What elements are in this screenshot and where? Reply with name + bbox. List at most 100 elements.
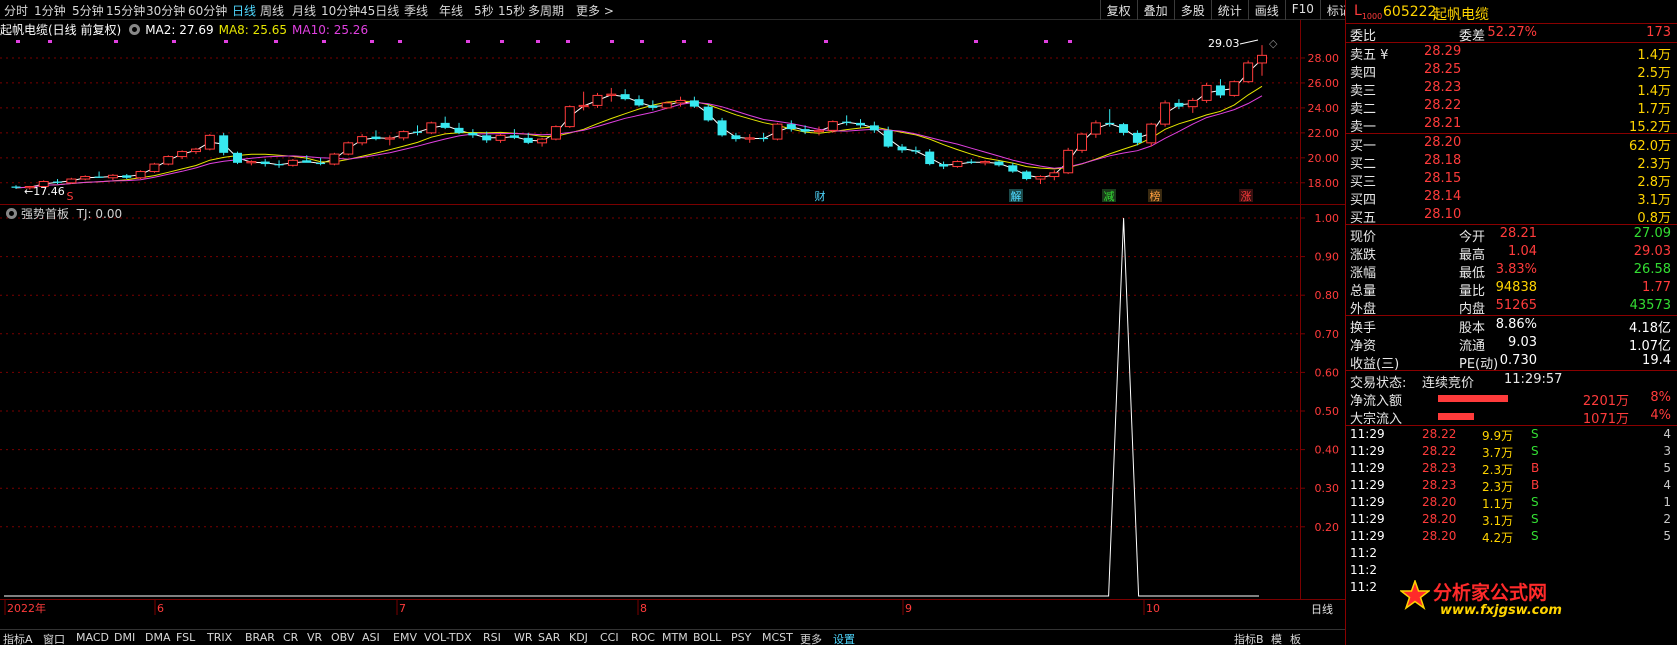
indicator-tab[interactable]: MTM xyxy=(662,631,688,644)
indicator-tab[interactable]: VR xyxy=(307,631,322,644)
tj-line xyxy=(4,217,1259,597)
candle xyxy=(648,100,658,111)
money-flow-row: 大宗流入 1071万 4% xyxy=(1350,408,1671,427)
candle xyxy=(233,151,243,165)
indicator-gear-icon[interactable] xyxy=(6,208,17,219)
tick-list[interactable]: 11:29 28.22 9.9万 S 4 11:29 28.22 3.7万 S 3 11:29 28.… xyxy=(1346,426,1677,596)
indicator-b-tab[interactable]: 板 xyxy=(1290,631,1301,645)
period-label: 日线 xyxy=(1311,602,1333,616)
moving-average-lines xyxy=(15,58,1263,189)
indicator-tj: TJ: 0.00 xyxy=(76,207,123,221)
candle xyxy=(744,134,755,143)
signal-dot xyxy=(610,40,614,43)
candle xyxy=(772,122,783,141)
tick-row: 11:29 28.23 2.3万 B 5 xyxy=(1350,461,1671,477)
signal-dot xyxy=(274,40,278,43)
candle xyxy=(1215,79,1225,98)
indicator-tab[interactable]: VOL-TDX xyxy=(424,631,472,644)
indicator-tab[interactable]: ROC xyxy=(631,631,655,644)
tick-row: 11:29 28.20 4.2万 S 5 xyxy=(1350,529,1671,545)
candle xyxy=(1119,122,1129,136)
candle xyxy=(94,171,104,178)
candle xyxy=(1063,147,1074,175)
indicator-b-tab[interactable]: 指标B xyxy=(1234,631,1264,645)
candle xyxy=(897,144,907,153)
event-marker: 减 xyxy=(1104,190,1115,203)
event-markers: S财解减榜涨 xyxy=(67,189,1253,203)
market-tag: L1000 xyxy=(1354,3,1383,21)
indicator-tab[interactable]: 窗口 xyxy=(43,631,65,645)
low-price-label: ←17.46 xyxy=(24,185,65,198)
price-tick-label: 22.00 xyxy=(1308,127,1340,140)
stock-name: 起帆电缆 xyxy=(1433,7,1489,23)
event-marker: 榜 xyxy=(1150,189,1161,203)
indicator-tab[interactable]: CR xyxy=(283,631,298,644)
indicator-tick-label: 0.30 xyxy=(1315,482,1340,495)
indicator-tab[interactable]: WR xyxy=(514,631,533,644)
indicator-tab[interactable]: 指标A xyxy=(3,631,33,645)
indicator-tick-label: 0.80 xyxy=(1315,289,1340,302)
indicator-tab[interactable]: BRAR xyxy=(245,631,275,644)
indicator-tab[interactable]: TRIX xyxy=(207,631,232,644)
signal-dot xyxy=(322,40,326,43)
indicator-tab[interactable]: MACD xyxy=(76,631,109,644)
event-marker: 涨 xyxy=(1241,190,1252,203)
indicator-tab[interactable]: DMI xyxy=(114,631,135,644)
candle xyxy=(869,121,879,133)
indicator-tab[interactable]: ASI xyxy=(362,631,380,644)
tick-row: 11:2 xyxy=(1350,563,1377,577)
indicator-tab[interactable]: 设置 xyxy=(833,631,855,645)
candle xyxy=(717,117,727,137)
candle xyxy=(1257,45,1267,76)
indicator-tab[interactable]: MCST xyxy=(762,631,793,644)
indicator-title: 强势首板 xyxy=(21,207,70,221)
time-axis: 2022年 6 7 8 9 10 日线 xyxy=(4,600,1333,616)
quote-panel: L1000 605222 起帆电缆 委比 52.27% 委差 173 卖五 ¥2… xyxy=(1345,0,1677,645)
candle xyxy=(412,125,422,136)
candle xyxy=(135,170,146,180)
time-axis-label: 7 xyxy=(399,602,406,615)
candle xyxy=(1077,132,1088,153)
indicator-tab[interactable]: PSY xyxy=(731,631,751,644)
candle xyxy=(1146,122,1157,147)
candle xyxy=(149,162,160,173)
ma10-line xyxy=(15,95,1263,189)
signal-dot xyxy=(640,40,644,43)
sell-order-row: 卖五 ¥28.29 1.4万 xyxy=(1350,44,1671,63)
buy-order-row: 买二 28.18 2.3万 xyxy=(1350,153,1671,172)
indicator-tab[interactable]: FSL xyxy=(176,631,195,644)
watermark: 分析家公式网 www.fxjgsw.com xyxy=(1398,578,1677,620)
event-marker: 财 xyxy=(815,189,826,203)
indicator-tick-label: 0.60 xyxy=(1315,366,1340,379)
signal-dot xyxy=(536,40,540,43)
signal-dot xyxy=(16,40,20,43)
indicator-tab[interactable]: KDJ xyxy=(569,631,588,644)
time-axis-label: 9 xyxy=(905,602,912,615)
stock-code: 605222 xyxy=(1383,4,1437,20)
candle xyxy=(1035,175,1046,185)
indicator-tab[interactable]: 更多 xyxy=(800,631,822,645)
candle xyxy=(384,135,395,146)
indicator-tab[interactable]: BOLL xyxy=(693,631,721,644)
candle xyxy=(856,119,866,128)
candle xyxy=(620,89,630,101)
candle xyxy=(468,129,478,138)
candle xyxy=(592,92,603,108)
candlestick-chart[interactable]: 28.00 26.00 24.00 22.00 20.00 18.00 29.03 ←17.… xyxy=(0,0,1345,629)
indicator-tab[interactable]: RSI xyxy=(483,631,501,644)
indicator-tab[interactable]: DMA xyxy=(145,631,171,644)
indicator-tab[interactable]: OBV xyxy=(331,631,354,644)
signal-dot xyxy=(172,40,176,43)
indicator-b-tab[interactable]: 模 xyxy=(1271,631,1282,645)
indicator-tab-bar: 指标A 窗口 MACD DMI DMA FSL TRIX BRAR CR VR OBV ASI EMV V… xyxy=(0,629,1345,645)
fundamental-row: 收益(三) 0.730 PE(动) 19.4 xyxy=(1350,353,1671,372)
signal-dot xyxy=(466,40,470,43)
indicator-tab[interactable]: CCI xyxy=(600,631,619,644)
signal-dots xyxy=(16,40,1072,43)
signal-dot xyxy=(398,40,402,43)
indicator-tab[interactable]: EMV xyxy=(393,631,417,644)
indicator-tick-label: 0.50 xyxy=(1315,405,1340,418)
signal-dot xyxy=(974,40,978,43)
indicator-tab[interactable]: SAR xyxy=(538,631,560,644)
buy-order-row: 买五 28.10 0.8万 xyxy=(1350,207,1671,226)
